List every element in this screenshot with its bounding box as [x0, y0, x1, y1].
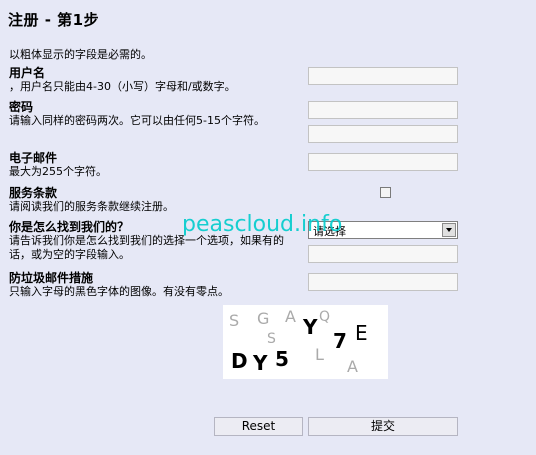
- referral-row: 你是怎么找到我们的？ 请告诉我们你是怎么找到我们的选择一个选项，如果有的话，或为…: [9, 220, 301, 262]
- password-label: 密码: [9, 100, 34, 114]
- antispam-label: 防垃圾邮件措施: [9, 271, 94, 285]
- terms-hint: 请阅读我们的服务条款继续注册。: [9, 200, 174, 213]
- submit-button[interactable]: 提交: [308, 417, 458, 436]
- captcha-letter: G: [257, 309, 270, 328]
- email-input[interactable]: [308, 153, 458, 171]
- captcha-letter: Y: [303, 315, 318, 339]
- captcha-letter: A: [285, 307, 296, 326]
- email-label: 电子邮件: [9, 151, 58, 165]
- page-title: 注册 - 第1步: [8, 11, 100, 29]
- password-row: 密码 请输入同样的密码两次。它可以由任何5-15个字符。: [9, 100, 265, 128]
- username-hint: ，用户名只能由4-30（小写）字母和/或数字。: [9, 80, 236, 93]
- email-hint: 最大为255个字符。: [9, 165, 107, 178]
- captcha-letter: 5: [275, 347, 289, 371]
- username-label: 用户名: [9, 66, 46, 80]
- antispam-row: 防垃圾邮件措施 只输入字母的黑色字体的图像。有没有零点。: [9, 271, 229, 299]
- username-row: 用户名 ，用户名只能由4-30（小写）字母和/或数字。: [9, 66, 236, 94]
- referral-hint: 请告诉我们你是怎么找到我们的选择一个选项，如果有的话，或为空的字段输入。: [9, 234, 284, 261]
- chevron-down-icon[interactable]: [442, 223, 456, 237]
- terms-row: 服务条款 请阅读我们的服务条款继续注册。: [9, 186, 174, 214]
- referral-select[interactable]: 请选择: [308, 221, 458, 239]
- captcha-letter: S: [267, 331, 276, 347]
- password-input[interactable]: [308, 101, 458, 119]
- referral-label: 你是怎么找到我们的？: [9, 220, 130, 234]
- antispam-hint: 只输入字母的黑色字体的图像。有没有零点。: [9, 285, 229, 298]
- captcha-letter: Y: [253, 351, 268, 375]
- email-row: 电子邮件 最大为255个字符。: [9, 151, 107, 179]
- username-input[interactable]: [308, 67, 458, 85]
- terms-checkbox[interactable]: [380, 187, 391, 198]
- referral-other-input[interactable]: [308, 245, 458, 263]
- antispam-input[interactable]: [308, 273, 458, 291]
- captcha-letter: D: [231, 349, 248, 373]
- reset-button[interactable]: Reset: [214, 417, 303, 436]
- password-confirm-input[interactable]: [308, 125, 458, 143]
- captcha-letter: L: [315, 345, 324, 364]
- captcha-letter: S: [229, 311, 240, 330]
- terms-label: 服务条款: [9, 186, 58, 200]
- password-hint: 请输入同样的密码两次。它可以由任何5-15个字符。: [9, 114, 265, 127]
- captcha-letter: 7: [333, 329, 347, 353]
- captcha-image: D Y 5 Y 7 E S G A L S A Q: [223, 305, 388, 379]
- required-note: 以粗体显示的字段是必需的。: [9, 48, 152, 61]
- referral-selected-value: 请选择: [313, 225, 346, 238]
- captcha-letter: A: [347, 357, 358, 376]
- captcha-letter: E: [355, 321, 368, 345]
- captcha-letter: Q: [319, 309, 331, 325]
